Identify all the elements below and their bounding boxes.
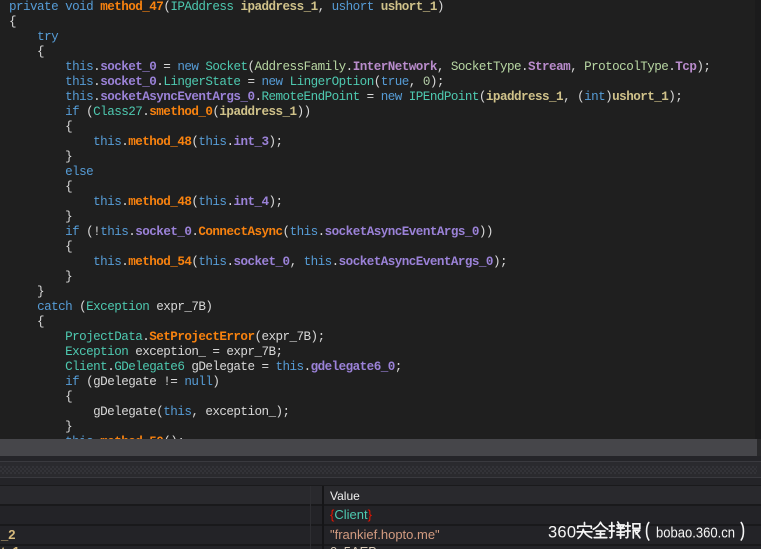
svg-text:360: 360: [548, 524, 576, 542]
svg-text:bobao.360.cn: bobao.360.cn: [656, 525, 735, 542]
